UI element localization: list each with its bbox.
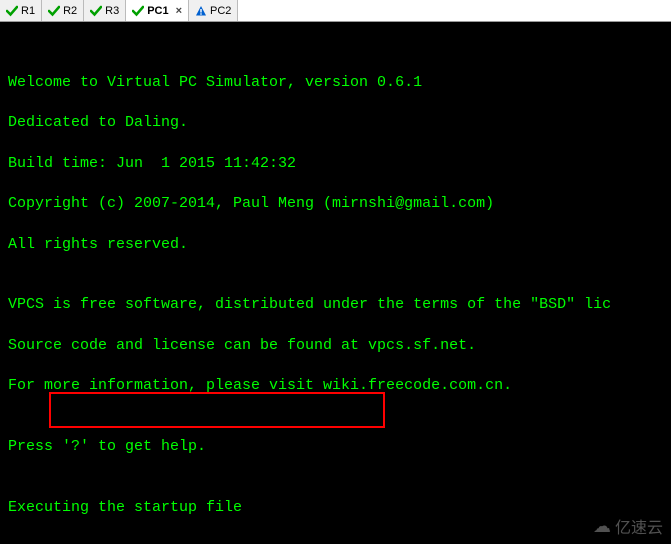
cloud-icon: ☁ <box>593 516 611 537</box>
tab-label: R1 <box>21 5 35 17</box>
terminal-line: VPCS is free software, distributed under… <box>8 295 663 315</box>
terminal-line: Source code and license can be found at … <box>8 336 663 356</box>
tab-r1[interactable]: R1 <box>0 0 42 21</box>
highlight-annotation <box>49 392 385 428</box>
terminal-line: For more information, please visit wiki.… <box>8 376 663 396</box>
tab-pc1[interactable]: PC1 × <box>126 0 189 21</box>
close-icon[interactable]: × <box>176 5 182 17</box>
tab-label: PC2 <box>210 5 231 17</box>
watermark: ☁ 亿速云 <box>593 514 663 538</box>
terminal-line: Dedicated to Daling. <box>8 113 663 133</box>
warn-icon <box>195 5 207 17</box>
terminal-line: Build time: Jun 1 2015 11:42:32 <box>8 154 663 174</box>
check-icon <box>132 5 144 17</box>
check-icon <box>48 5 60 17</box>
check-icon <box>6 5 18 17</box>
terminal-line: Press '?' to get help. <box>8 437 663 457</box>
tab-r3[interactable]: R3 <box>84 0 126 21</box>
terminal-line: Copyright (c) 2007-2014, Paul Meng (mirn… <box>8 194 663 214</box>
terminal-output[interactable]: Welcome to Virtual PC Simulator, version… <box>0 22 671 544</box>
terminal-line: Welcome to Virtual PC Simulator, version… <box>8 73 663 93</box>
terminal-line: Executing the startup file <box>8 498 663 518</box>
tab-r2[interactable]: R2 <box>42 0 84 21</box>
tab-pc2[interactable]: PC2 <box>189 0 238 21</box>
tab-label: PC1 <box>147 5 168 17</box>
terminal-line: All rights reserved. <box>8 235 663 255</box>
tab-label: R3 <box>105 5 119 17</box>
watermark-text: 亿速云 <box>615 514 663 538</box>
tab-label: R2 <box>63 5 77 17</box>
check-icon <box>90 5 102 17</box>
tab-bar: R1 R2 R3 PC1 × PC2 <box>0 0 671 22</box>
